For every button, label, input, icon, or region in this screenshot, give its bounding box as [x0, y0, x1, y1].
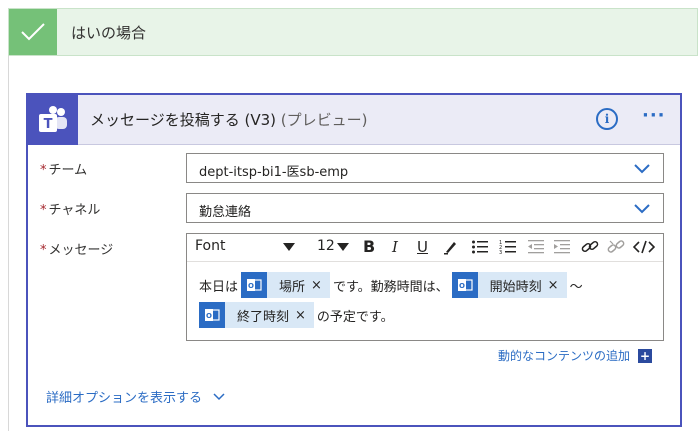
token-label: 場所 — [279, 279, 306, 295]
svg-text:3: 3 — [499, 250, 502, 255]
token-label: 終了時刻 — [237, 309, 290, 325]
team-value: dept-itsp-bi1-医sb-emp — [199, 165, 349, 180]
svg-text:T: T — [44, 117, 53, 132]
message-text: の予定です。 — [316, 309, 394, 325]
preview-badge: (プレビュー) — [280, 111, 368, 129]
bold-icon[interactable]: B — [363, 237, 375, 256]
message-label: * メッセージ — [40, 243, 114, 258]
channel-label: * チャネル — [40, 203, 101, 218]
font-size-dropdown-icon[interactable] — [337, 240, 349, 256]
token-label: 開始時刻 — [489, 279, 542, 295]
chevron-down-icon[interactable] — [633, 200, 651, 220]
message-line-2: O 終了時刻 × の予定です。 — [199, 302, 394, 328]
message-body[interactable]: 本日は O 場所 × です。勤務時間は、 O 開始時刻 × 〜 O 終了時刻 ×… — [187, 262, 663, 340]
message-line-1: 本日は O 場所 × です。勤務時間は、 O 開始時刻 × 〜 — [199, 272, 583, 298]
dynamic-token-location[interactable]: O 場所 × — [241, 272, 330, 298]
link-icon[interactable] — [581, 239, 599, 259]
show-advanced-options-label: 詳細オプションを表示する — [46, 391, 203, 406]
numbered-list-icon[interactable]: 123 — [499, 239, 517, 259]
add-dynamic-content-label: 動的なコンテンツの追加 — [498, 349, 631, 363]
svg-text:O: O — [206, 312, 212, 320]
highlight-pen-icon[interactable] — [443, 239, 459, 259]
svg-text:O: O — [459, 282, 465, 290]
remove-token-icon[interactable]: × — [295, 308, 314, 323]
increase-indent-icon[interactable] — [553, 239, 571, 259]
italic-icon[interactable]: I — [392, 238, 398, 256]
channel-select[interactable]: 勤怠連絡 — [186, 193, 664, 223]
underline-icon[interactable]: U — [417, 238, 428, 256]
unlink-icon[interactable] — [607, 239, 625, 259]
action-title-text: メッセージを投稿する (V3) — [90, 111, 276, 129]
action-header[interactable]: T メッセージを投稿する (V3) (プレビュー) i ··· — [28, 95, 680, 145]
chevron-down-icon[interactable] — [633, 160, 651, 180]
condition-yes-header[interactable]: はいの場合 — [8, 8, 698, 56]
action-title: メッセージを投稿する (V3) (プレビュー) — [90, 109, 367, 130]
more-options-button[interactable]: ··· — [642, 105, 666, 126]
condition-title: はいの場合 — [71, 24, 147, 42]
info-icon[interactable]: i — [596, 108, 618, 130]
team-select[interactable]: dept-itsp-bi1-医sb-emp — [186, 153, 664, 183]
post-message-action-card: T メッセージを投稿する (V3) (プレビュー) i ··· * チーム dep… — [26, 93, 682, 427]
show-advanced-options-link[interactable]: 詳細オプションを表示する — [46, 387, 226, 406]
outlook-icon: O — [451, 272, 478, 298]
message-text: 〜 — [569, 279, 583, 295]
remove-token-icon[interactable]: × — [311, 278, 330, 293]
outlook-icon: O — [199, 302, 225, 328]
message-text: です。勤務時間は、 — [332, 279, 449, 295]
bullet-list-icon[interactable] — [471, 239, 489, 259]
message-text: 本日は — [199, 279, 239, 295]
decrease-indent-icon[interactable] — [527, 239, 545, 259]
font-dropdown-icon[interactable] — [283, 240, 295, 256]
add-dynamic-content-link[interactable]: 動的なコンテンツの追加 + — [498, 347, 653, 364]
dynamic-token-start-time[interactable]: O 開始時刻 × — [451, 272, 567, 298]
outlook-icon: O — [241, 272, 268, 298]
team-label: * チーム — [40, 163, 88, 178]
plus-icon: + — [638, 348, 653, 363]
remove-token-icon[interactable]: × — [548, 278, 567, 293]
channel-value: 勤怠連絡 — [199, 205, 252, 220]
dynamic-token-end-time[interactable]: O 終了時刻 × — [199, 302, 314, 328]
check-icon — [9, 9, 57, 55]
svg-text:O: O — [248, 282, 254, 290]
font-select[interactable]: Font — [195, 238, 225, 254]
editor-toolbar: Font 12 B I U 123 — [187, 234, 663, 262]
teams-logo-icon: T — [28, 95, 78, 145]
chevron-down-icon — [212, 392, 226, 402]
code-view-icon[interactable] — [632, 239, 656, 259]
message-editor[interactable]: Font 12 B I U 123 本日は O 場所 × です。勤務時間は、 O… — [186, 233, 664, 341]
font-size-select[interactable]: 12 — [317, 238, 335, 254]
